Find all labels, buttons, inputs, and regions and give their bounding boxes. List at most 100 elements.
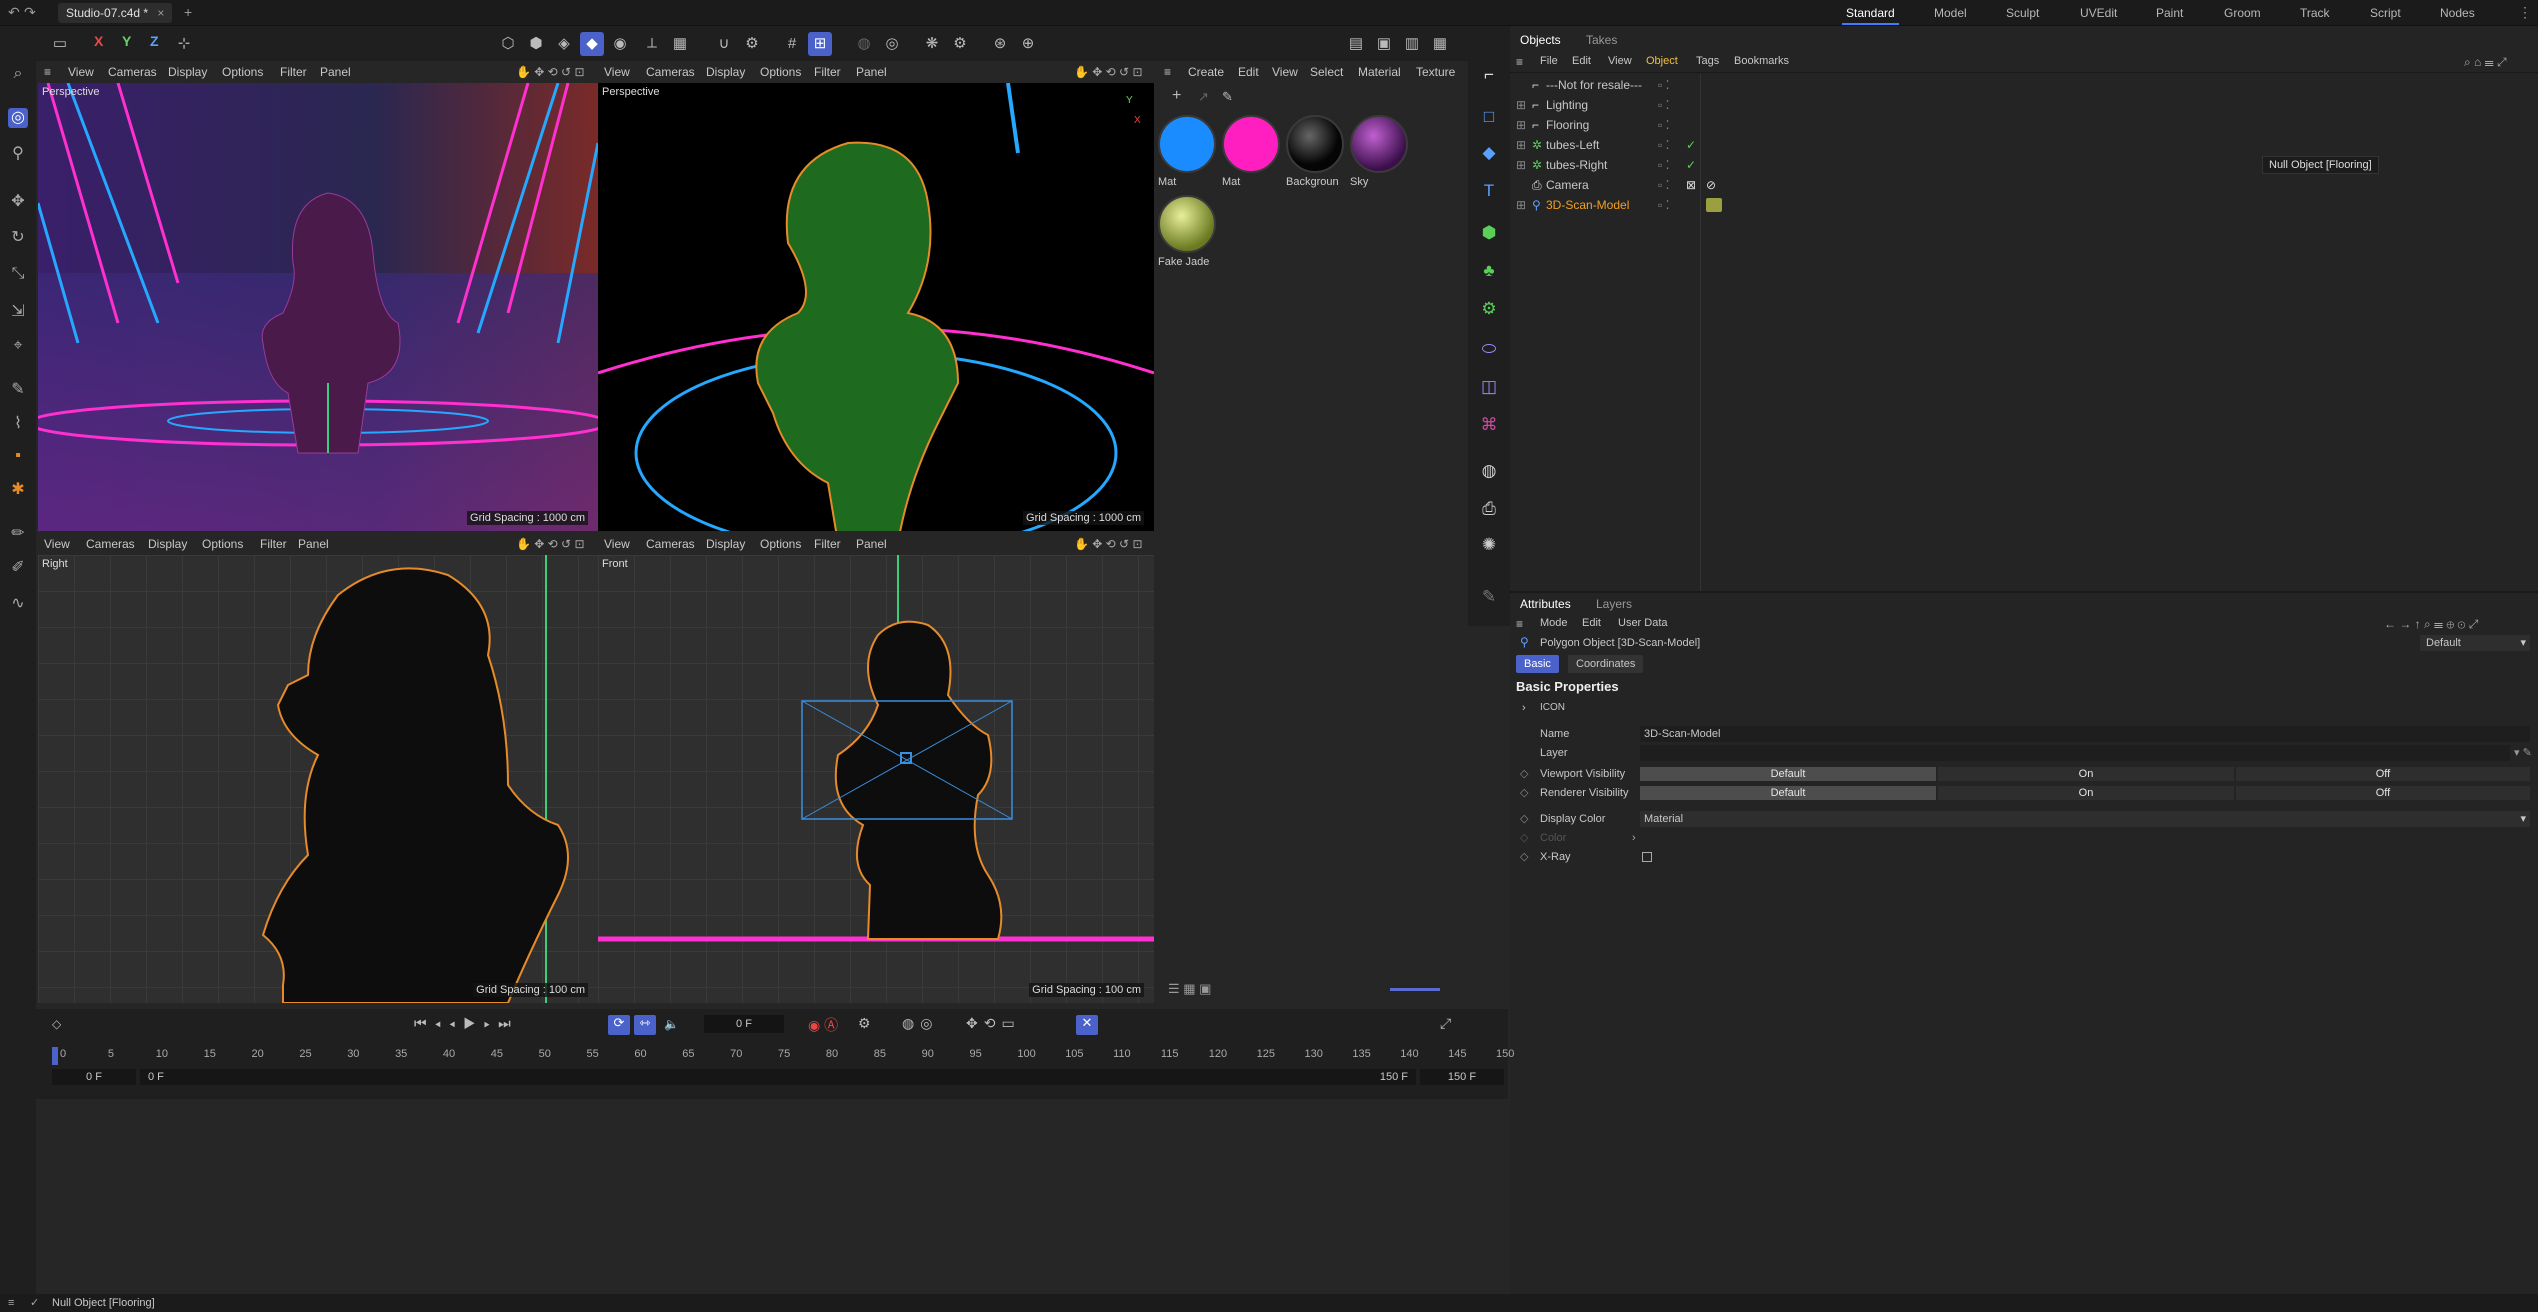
expand-icon[interactable]: ⊞ [1516,195,1526,215]
settings-snap-icon[interactable]: ⚙ [740,32,764,56]
expand-icon[interactable]: ⊞ [1516,155,1526,175]
viewport-perspective-left[interactable]: ≡ View Cameras Display Options Filter Pa… [38,61,598,531]
menu-filter[interactable]: Filter [280,65,307,79]
option-off[interactable]: Off [2236,786,2530,800]
tracer-icon[interactable]: ⌘ [1478,414,1500,436]
paint-icon[interactable]: ▪ [8,446,28,466]
menu-filter[interactable]: Filter [814,65,841,79]
coordinate-system-icon[interactable]: ⊹ [172,32,196,56]
cloud-render-icon[interactable]: ⊛ [988,32,1012,56]
menu-tags[interactable]: Tags [1696,55,1719,67]
menu-options[interactable]: Options [760,537,801,551]
layout-uvedit[interactable]: UVEdit [2080,4,2117,22]
menu-cameras[interactable]: Cameras [646,65,695,79]
tab-layers[interactable]: Layers [1596,597,1632,611]
sculpt-icon[interactable]: ✐ [8,558,28,578]
current-frame-field[interactable]: 0 F [704,1015,784,1033]
visibility-toggles[interactable]: ▫ ⁚ [1658,135,1669,155]
timeline-graph-icon[interactable]: ⤢ [1440,1015,1451,1032]
text-icon[interactable]: T [1478,180,1500,202]
xray-checkbox[interactable] [1642,852,1652,862]
subdivision-icon[interactable]: ⬢ [1478,222,1500,244]
layout-sculpt[interactable]: Sculpt [2006,4,2039,22]
playhead[interactable] [52,1047,58,1065]
null-object-icon[interactable]: ⌐ [1478,64,1500,86]
layer-field[interactable] [1640,745,2510,761]
deformer-icon[interactable]: ⚙ [1478,298,1500,320]
keyframe-icon[interactable]: ◇ [52,1017,61,1031]
undo-toolbar-icon[interactable]: ▭ [48,32,72,56]
material-swatch[interactable]: Mat [1222,115,1284,188]
redo-icon[interactable]: ↷ [24,4,36,21]
pen-icon[interactable]: ✏ [8,524,28,544]
transform-icon[interactable]: ⇲ [8,302,28,322]
close-tab-icon[interactable]: × [157,6,164,20]
clapper-icon[interactable]: ▤ [1344,32,1368,56]
menu-display[interactable]: Display [706,65,745,79]
team-render-icon[interactable]: ⊕ [1016,32,1040,56]
attribute-nav-icons[interactable]: ← → ↑ ⌕ ☰ ⊕ ⊙ ⤢ [2384,617,2478,632]
axis-icon[interactable]: ⌖ [8,336,28,356]
light-icon[interactable]: ✺ [1478,534,1500,556]
object-row[interactable]: ⊞ ✲ tubes-Right ▫ ⁚ ✓ [1510,155,2538,175]
object-row[interactable]: ⊞ ✲ tubes-Left ▫ ⁚ ✓ [1510,135,2538,155]
start-frame-field[interactable]: 0 F [52,1069,136,1085]
menu-view[interactable]: View [44,537,70,551]
arrow-icon[interactable]: ↗ [1198,89,1209,105]
display-color-dropdown[interactable]: Material ▾ [1640,811,2530,827]
tab-takes[interactable]: Takes [1586,33,1617,47]
hamburger-icon[interactable]: ≡ [1164,65,1171,79]
visibility-toggles[interactable]: ▫ ⁚ [1658,115,1669,135]
protection-tag-icon[interactable]: ⊠ [1686,175,1696,195]
viewport-nav-icon[interactable]: ✋ ✥ ⟲ ↺ ⊡ [1074,65,1143,79]
render-view-icon[interactable]: ◎ [880,32,904,56]
move-icon[interactable]: ✥ [8,192,28,212]
menu-view[interactable]: View [68,65,94,79]
menu-panel[interactable]: Panel [320,65,351,79]
visibility-toggles[interactable]: ▫ ⁚ [1658,195,1669,215]
texture-mode-icon[interactable]: ▦ [668,32,692,56]
menu-icon[interactable]: ≡ [8,1294,14,1312]
magnet-icon[interactable]: ∪ [712,32,736,56]
option-on[interactable]: On [1938,786,2234,800]
layout-script[interactable]: Script [2370,4,2401,22]
expand-icon[interactable]: ⊞ [1516,115,1526,135]
volume-icon[interactable]: ◫ [1478,376,1500,398]
keyframe-icon[interactable]: ◇ [1520,784,1528,802]
viewport-perspective-right[interactable]: View Cameras Display Options Filter Pane… [598,61,1154,531]
scale-icon[interactable]: ⤡ [8,264,28,284]
menu-display[interactable]: Display [148,537,187,551]
menu-texture[interactable]: Texture [1416,65,1455,79]
environment-icon[interactable]: ◍ [1478,460,1500,482]
layout-standard[interactable]: Standard [1842,4,1899,25]
cube-icon[interactable]: ◆ [1478,142,1500,164]
menu-panel[interactable]: Panel [298,537,329,551]
menu-cameras[interactable]: Cameras [108,65,157,79]
range-bar[interactable]: 0 F 150 F [140,1069,1416,1085]
viewport-nav-icon[interactable]: ✋ ✥ ⟲ ↺ ⊡ [516,65,585,79]
cloner-icon[interactable]: ♣ [1478,260,1500,282]
layer-pick-icon[interactable]: ▾ ✎ [2514,744,2532,762]
object-row[interactable]: ⊞ ⌐ Lighting ▫ ⁚ [1510,95,2538,115]
subtab-basic[interactable]: Basic [1516,655,1559,673]
menu-edit[interactable]: Edit [1238,65,1259,79]
transform-key-icons[interactable]: ✥⟲▭ [966,1015,1021,1032]
subtab-coordinates[interactable]: Coordinates [1568,655,1644,673]
range-icon[interactable]: ⇿ [634,1015,656,1035]
keyframe-icon[interactable]: ◇ [1520,765,1528,783]
menu-options[interactable]: Options [202,537,243,551]
object-row[interactable]: ⊞ ⌐ Flooring ▫ ⁚ [1510,115,2538,135]
new-tab-icon[interactable]: + [184,4,192,20]
polygons-mode-icon[interactable]: ◈ [552,32,576,56]
menu-view[interactable]: View [604,537,630,551]
key-mode-icons[interactable]: ◍◎ [902,1015,938,1032]
model-mode-icon[interactable]: ◆ [580,32,604,56]
menu-edit[interactable]: Edit [1572,55,1591,67]
viewport-nav-icon[interactable]: ✋ ✥ ⟲ ↺ ⊡ [516,537,585,551]
menu-options[interactable]: Options [760,65,801,79]
menu-display[interactable]: Display [706,537,745,551]
material-tag-icon[interactable] [1706,198,1722,212]
expand-icon[interactable]: ⊞ [1516,95,1526,115]
axis-y-toggle[interactable]: Y [122,33,131,49]
menu-edit[interactable]: Edit [1582,617,1601,629]
